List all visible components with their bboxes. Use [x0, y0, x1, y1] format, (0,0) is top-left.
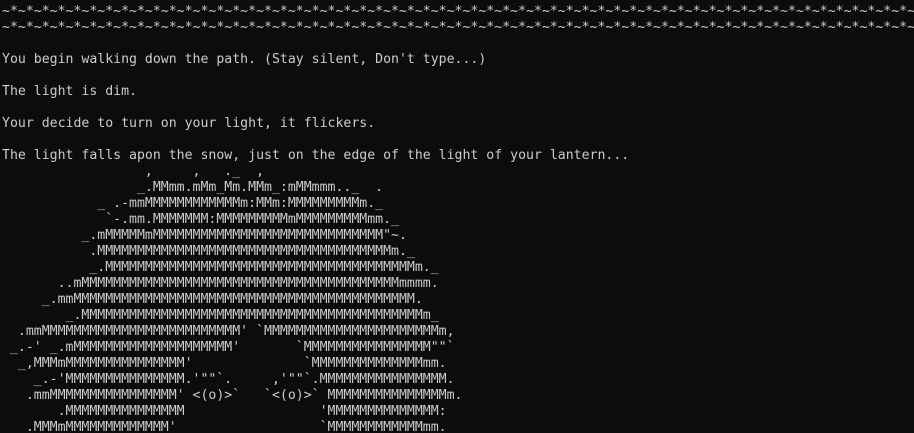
ascii-art-line: `-.mm.MMMMMMM:MMMMMMMMMmMMMMMMMMMmm._: [2, 212, 399, 227]
ascii-art-line: _.-'MMMMMMMMMMMMMMM.'""`. ,'""`.MMMMMMMM…: [2, 372, 455, 387]
border-line: ~*~*~*~*~*~*~*~*~*~*~*~*~*~*~*~*~*~*~*~*…: [2, 4, 914, 19]
story-line: You begin walking down the path. (Stay s…: [2, 52, 487, 67]
ascii-art-line: _.-' _.mMMMMMMMMMMMMMMMMMMMM' `MMMMMMMMM…: [2, 340, 455, 355]
ascii-art-line: _,MMMmMMMMMMMMMMMMMMM' `MMMMMMMMMMMMMMmm…: [2, 356, 447, 371]
ascii-art-line: .MMMMMMMMMMMMMMMMMMMMMMMMMMMMMMMMMMMMMm.…: [2, 244, 415, 259]
ascii-art-line: .MMMMMMMMMMMMMMM 'MMMMMMMMMMMMMM:: [2, 404, 447, 419]
ascii-art-line: _.mmMMMMMMMMMMMMMMMMMMMMMMMMMMMMMMMMMMMM…: [2, 292, 423, 307]
ascii-art-line: .mmMMMMMMMMMMMMMMMM' <(o)>` `<(o)>` MMMM…: [2, 388, 463, 403]
terminal-output: ~*~*~*~*~*~*~*~*~*~*~*~*~*~*~*~*~*~*~*~*…: [2, 4, 914, 433]
ascii-art-line: _.MMmm.mMm_Mm.MMm_:mMMmmm.._ .: [2, 180, 384, 195]
terminal-window[interactable]: ~*~*~*~*~*~*~*~*~*~*~*~*~*~*~*~*~*~*~*~*…: [0, 0, 914, 433]
ascii-art-line: _.MMMMMMMMMMMMMMMMMMMMMMMMMMMMMMMMMMMMMM…: [2, 260, 439, 275]
ascii-art-line: .MMMmMMMMMMMMMMMMM' `MMMMMMMMMMMMmm.: [2, 420, 447, 433]
ascii-art-line: _.mMMMMMmMMMMMMMMMMMMMMMMMMMMMMMMMMMMM"~…: [2, 228, 407, 243]
ascii-art-line: _.MMMMMMMMMMMMMMMMMMMMMMMMMMMMMMMMMMMMMM…: [2, 308, 439, 323]
ascii-art-line: _ .-mmMMMMMMMMMMMMm:MMm:MMMMMMMMMm._: [2, 196, 384, 211]
border-line: ~*~*~*~*~*~*~*~*~*~*~*~*~*~*~*~*~*~*~*~*…: [2, 20, 914, 35]
ascii-art-line: .mmMMMMMMMMMMMMMMMMMMMMMMMMM' `MMMMMMMMM…: [2, 324, 455, 339]
ascii-art-line: , , ._ ,: [2, 164, 265, 179]
story-line: The light is dim.: [2, 84, 137, 99]
story-line: The light falls apon the snow, just on t…: [2, 148, 630, 163]
story-line: Your decide to turn on your light, it fl…: [2, 116, 376, 131]
ascii-art-line: ..mMMMMMMMMMMMMMMMMMMMMMMMMMMMMMMMMMMMMM…: [2, 276, 439, 291]
